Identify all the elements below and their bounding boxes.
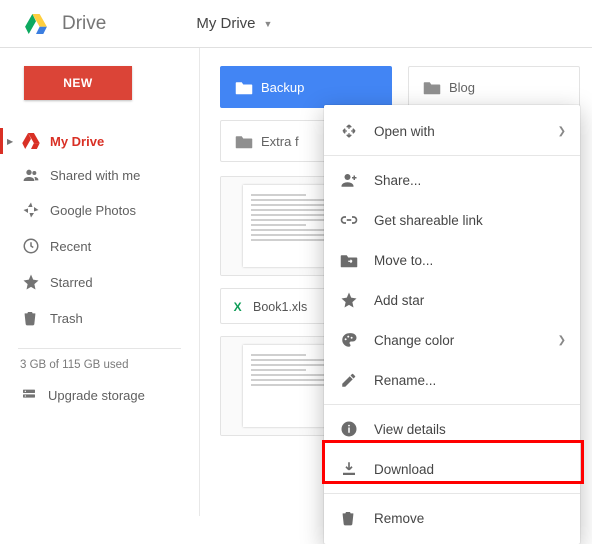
menu-remove[interactable]: Remove bbox=[324, 498, 580, 538]
menu-change-color[interactable]: Change color ❯ bbox=[324, 320, 580, 360]
divider bbox=[18, 348, 181, 349]
sidebar: NEW ▶ My Drive Shared with me Google Pho bbox=[0, 48, 200, 516]
storage-text: 3 GB of 115 GB used bbox=[0, 359, 199, 379]
sidebar-item-label: Starred bbox=[50, 275, 93, 290]
person-add-icon bbox=[340, 171, 374, 189]
breadcrumb[interactable]: My Drive ▼ bbox=[196, 15, 272, 32]
sidebar-item-label: Recent bbox=[50, 239, 91, 254]
chevron-down-icon: ▼ bbox=[264, 19, 273, 29]
sidebar-item-label: Shared with me bbox=[50, 168, 140, 183]
context-menu: Open with ❯ Share... Get shareable link … bbox=[324, 105, 580, 544]
my-drive-icon bbox=[22, 133, 50, 149]
folder-name: Blog bbox=[449, 80, 475, 95]
photos-icon bbox=[22, 201, 50, 219]
sidebar-item-label: Google Photos bbox=[50, 203, 136, 218]
menu-label: View details bbox=[374, 422, 446, 437]
expand-icon: ▶ bbox=[7, 137, 13, 146]
menu-label: Change color bbox=[374, 333, 454, 348]
folder-name: Backup bbox=[261, 80, 304, 95]
brand-title: Drive bbox=[62, 13, 106, 35]
sidebar-item-photos[interactable]: Google Photos bbox=[0, 192, 199, 228]
menu-label: Rename... bbox=[374, 373, 436, 388]
excel-icon: X bbox=[231, 299, 253, 315]
upgrade-storage[interactable]: Upgrade storage bbox=[0, 379, 199, 411]
sidebar-item-starred[interactable]: Starred bbox=[0, 264, 199, 300]
menu-move-to[interactable]: Move to... bbox=[324, 240, 580, 280]
menu-rename[interactable]: Rename... bbox=[324, 360, 580, 400]
trash-icon bbox=[22, 309, 50, 327]
palette-icon bbox=[340, 331, 374, 349]
menu-label: Remove bbox=[374, 511, 424, 526]
svg-text:X: X bbox=[234, 300, 242, 314]
menu-label: Share... bbox=[374, 173, 421, 188]
nav-list: ▶ My Drive Shared with me Google Photos bbox=[0, 124, 199, 336]
sidebar-item-label: My Drive bbox=[50, 134, 104, 149]
folder-tile-blog[interactable]: Blog bbox=[408, 66, 580, 108]
rename-icon bbox=[340, 371, 374, 389]
link-icon bbox=[340, 211, 374, 229]
menu-view-details[interactable]: View details bbox=[324, 409, 580, 449]
star-icon bbox=[22, 273, 50, 291]
menu-label: Move to... bbox=[374, 253, 433, 268]
menu-label: Get shareable link bbox=[374, 213, 483, 228]
drive-logo bbox=[16, 14, 56, 34]
folder-icon bbox=[423, 80, 449, 95]
sidebar-item-label: Trash bbox=[50, 311, 83, 326]
menu-add-star[interactable]: Add star bbox=[324, 280, 580, 320]
download-icon bbox=[340, 460, 374, 478]
star-icon bbox=[340, 291, 374, 309]
drive-logo-icon bbox=[25, 14, 47, 34]
people-icon bbox=[22, 167, 50, 183]
chevron-right-icon: ❯ bbox=[558, 335, 566, 346]
menu-label: Download bbox=[374, 462, 434, 477]
menu-separator bbox=[324, 493, 580, 494]
move-to-icon bbox=[340, 253, 374, 268]
sidebar-item-my-drive[interactable]: ▶ My Drive bbox=[0, 124, 199, 158]
menu-label: Add star bbox=[374, 293, 424, 308]
info-icon bbox=[340, 420, 374, 438]
upgrade-label: Upgrade storage bbox=[48, 388, 145, 403]
folder-tile-backup[interactable]: Backup bbox=[220, 66, 392, 108]
clock-icon bbox=[22, 237, 50, 255]
breadcrumb-label: My Drive bbox=[196, 15, 255, 32]
new-button[interactable]: NEW bbox=[24, 66, 132, 100]
storage-icon bbox=[20, 387, 48, 403]
menu-get-link[interactable]: Get shareable link bbox=[324, 200, 580, 240]
menu-separator bbox=[324, 404, 580, 405]
app-header: Drive My Drive ▼ bbox=[0, 0, 592, 48]
menu-separator bbox=[324, 155, 580, 156]
menu-share[interactable]: Share... bbox=[324, 160, 580, 200]
menu-download[interactable]: Download bbox=[324, 449, 580, 489]
folder-icon bbox=[235, 80, 261, 95]
folder-name: Extra f bbox=[261, 134, 299, 149]
sidebar-item-recent[interactable]: Recent bbox=[0, 228, 199, 264]
folder-icon bbox=[235, 134, 261, 149]
open-with-icon bbox=[340, 122, 374, 140]
menu-label: Open with bbox=[374, 124, 435, 139]
sidebar-item-trash[interactable]: Trash bbox=[0, 300, 199, 336]
chevron-right-icon: ❯ bbox=[558, 126, 566, 137]
menu-open-with[interactable]: Open with ❯ bbox=[324, 111, 580, 151]
sidebar-item-shared[interactable]: Shared with me bbox=[0, 158, 199, 192]
trash-icon bbox=[340, 509, 374, 527]
file-name: Book1.xls bbox=[253, 300, 307, 314]
